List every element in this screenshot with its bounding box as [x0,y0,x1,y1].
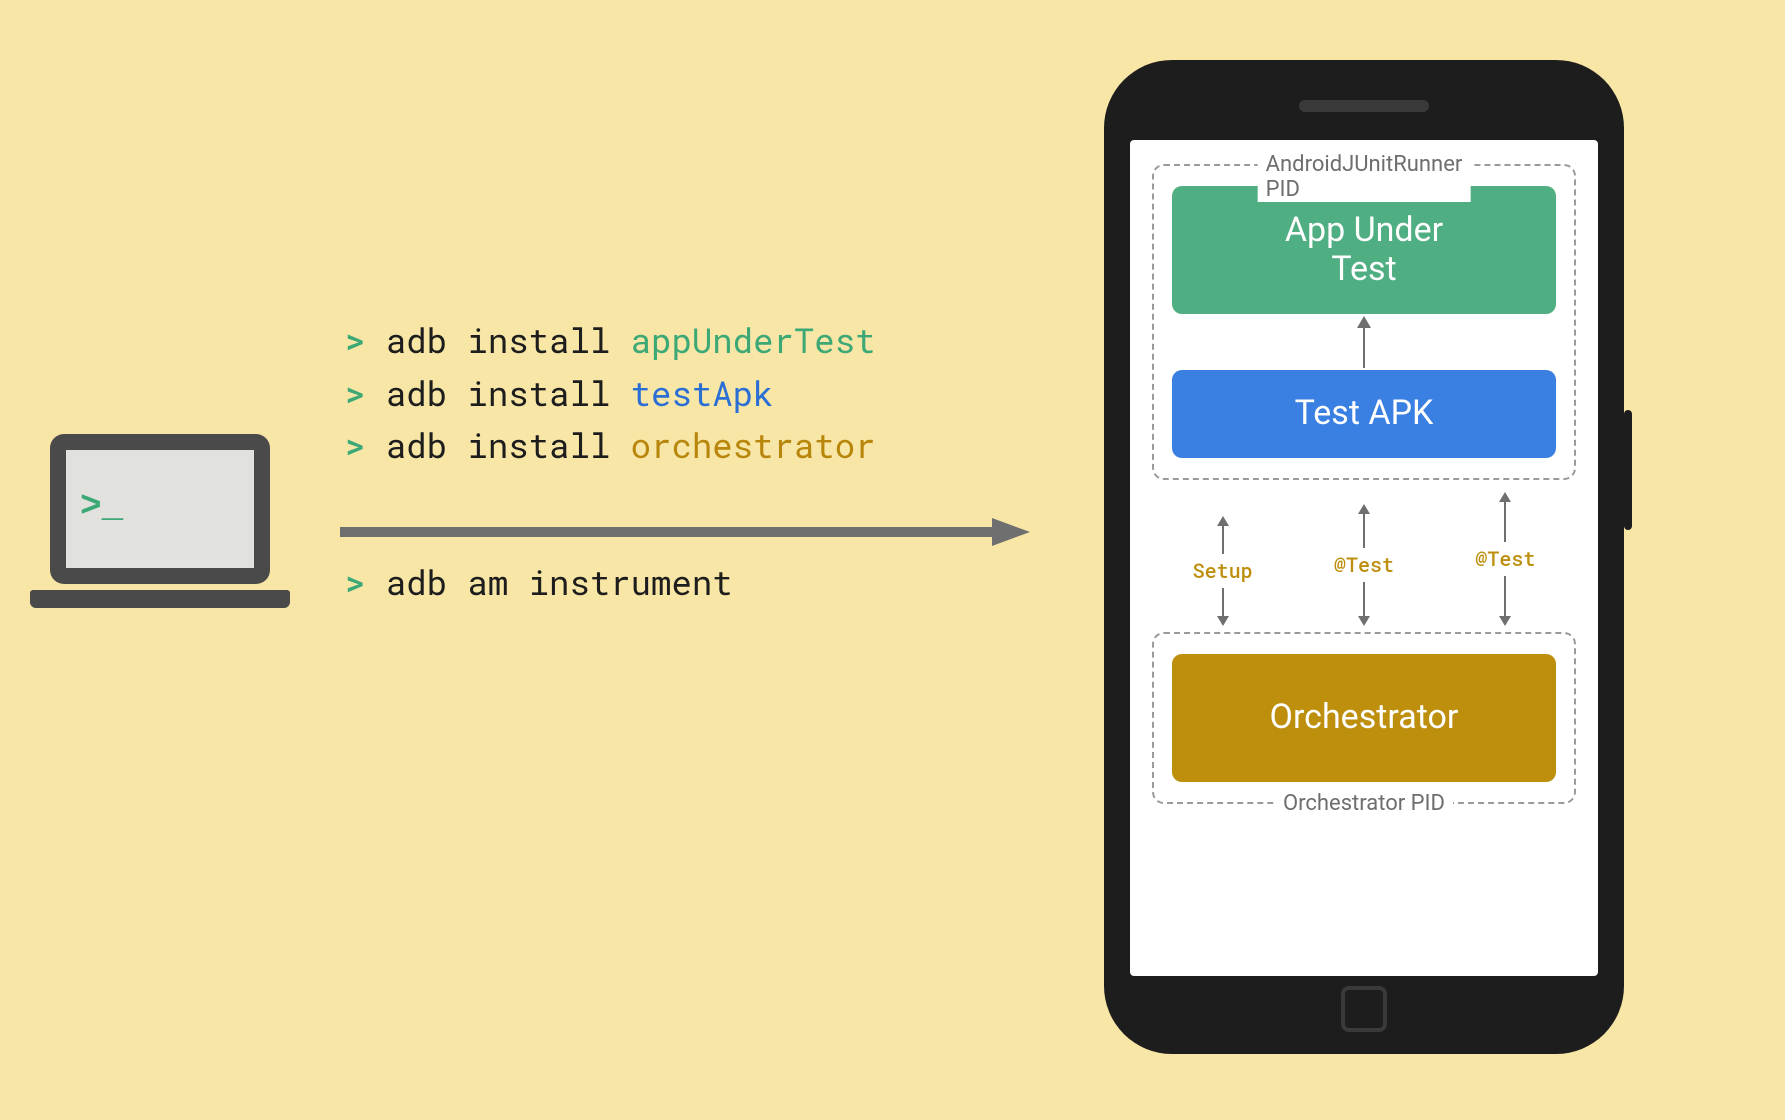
diagram-canvas: >_ > adb install appUnderTest > adb inst… [0,0,1785,1120]
laptop-icon: >_ [30,434,290,608]
orchestrator-pid-label: Orchestrator PID [1275,791,1453,816]
arrow-down-small-icon [1213,588,1233,626]
orchestrator-label: Orchestrator [1270,698,1459,737]
terminal-commands: > adb install appUnderTest > adb install… [345,315,876,610]
phone-frame: AndroidJUnitRunner PID App Under Test Te… [1104,60,1624,1054]
app-under-test-label: App Under Test [1285,211,1443,289]
arrow-to-phone-icon [340,516,1030,548]
arrow-down-small-icon [1354,582,1374,626]
laptop-base [30,590,290,608]
arrow-up-icon [1352,316,1376,368]
test-apk-block: Test APK [1172,370,1556,458]
app-under-test-block: App Under Test [1172,186,1556,314]
phone-home-button [1341,986,1387,1032]
runner-pid-label: AndroidJUnitRunner PID [1258,152,1471,202]
phone-screen: AndroidJUnitRunner PID App Under Test Te… [1130,140,1598,976]
arrow-down-small-icon [1495,576,1515,626]
laptop-prompt-text: >_ [80,486,123,527]
flow-setup: Setup [1193,516,1253,626]
flow-test-2: @Test [1475,492,1535,626]
phone-speaker [1299,100,1429,112]
arrow-up-small-icon [1495,492,1515,542]
cmd-line-3: > adb install orchestrator [345,420,876,473]
flow-test1-label: @Test [1334,552,1394,578]
cmd-line-1: > adb install appUnderTest [345,315,876,368]
flow-arrows-row: Setup @Test [1152,492,1576,622]
arrow-up-small-icon [1354,504,1374,548]
cmd-line-4: > adb am instrument [345,557,876,610]
runner-pid-box: AndroidJUnitRunner PID App Under Test Te… [1152,164,1576,480]
flow-setup-label: Setup [1193,558,1253,584]
cmd-line-2: > adb install testApk [345,368,876,421]
flow-test2-label: @Test [1475,546,1535,572]
laptop-screen: >_ [50,434,270,584]
orchestrator-block: Orchestrator [1172,654,1556,782]
orchestrator-pid-box: Orchestrator Orchestrator PID [1152,632,1576,804]
flow-test-1: @Test [1334,504,1394,626]
test-apk-label: Test APK [1295,394,1434,433]
arrow-up-small-icon [1213,516,1233,554]
